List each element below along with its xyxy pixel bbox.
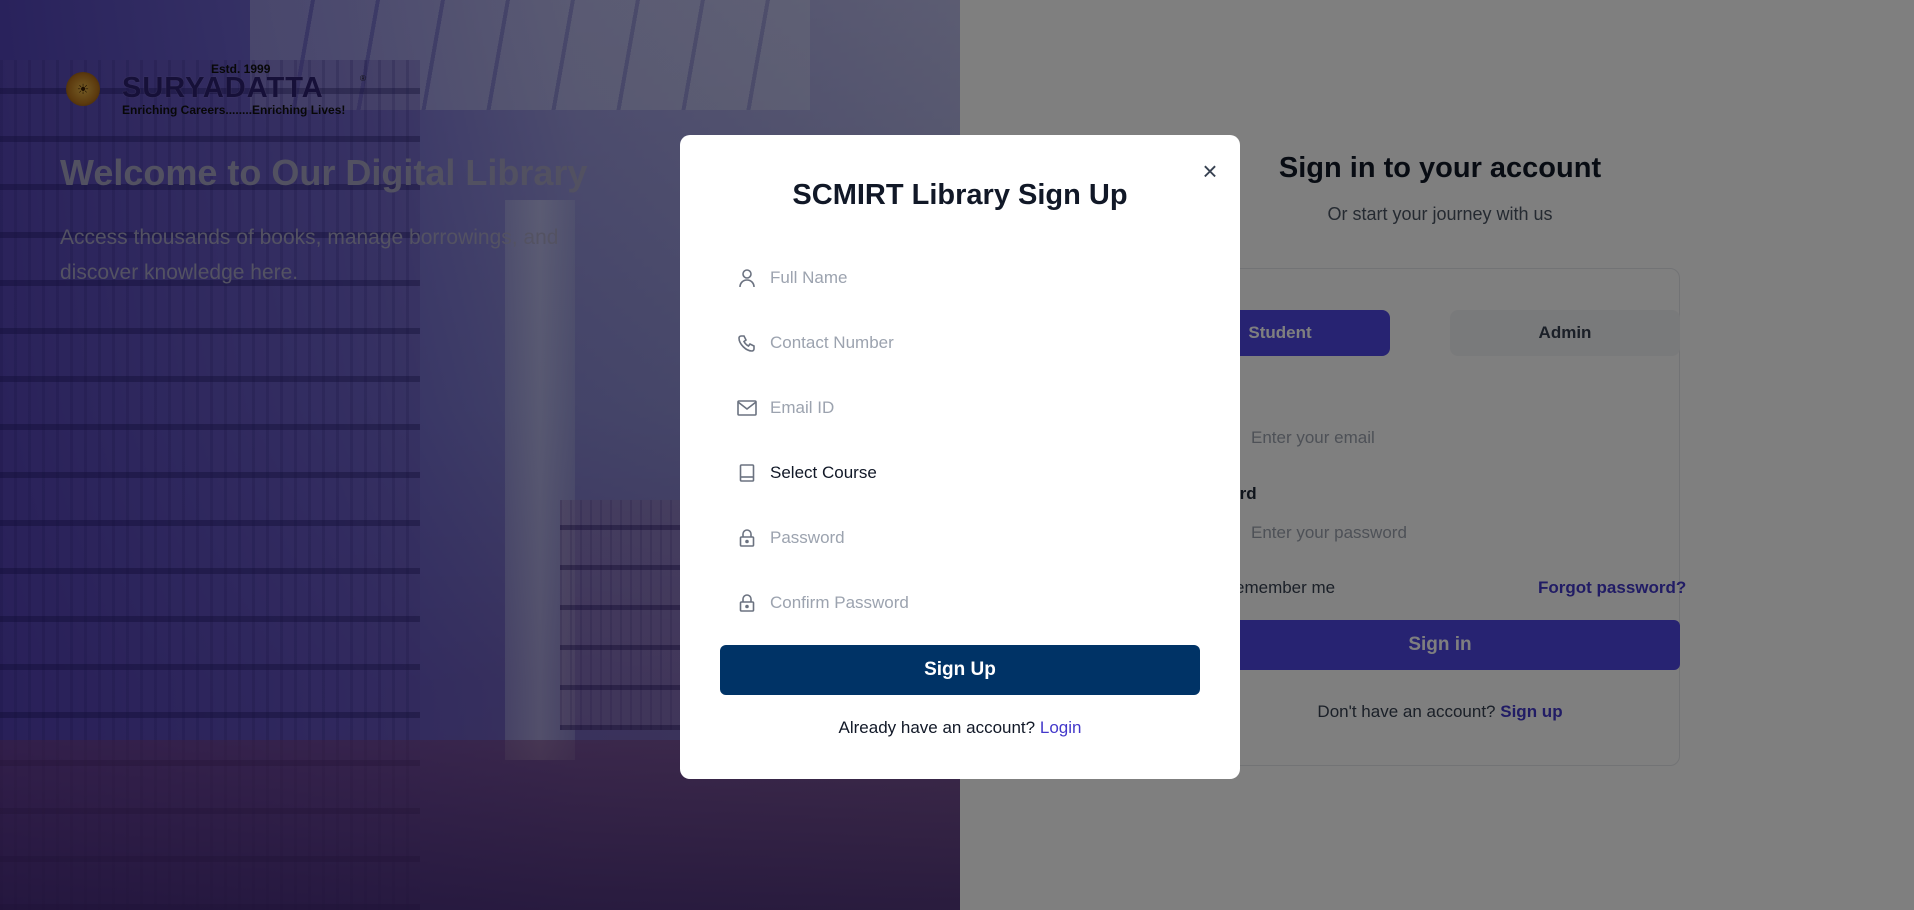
user-icon [736,267,758,289]
select-course-dropdown[interactable]: Select Course [720,451,1200,495]
signup-button[interactable]: Sign Up [720,645,1200,695]
contact-number-field[interactable]: Contact Number [720,321,1200,365]
full-name-field[interactable]: Full Name [720,256,1200,300]
contact-number-placeholder: Contact Number [770,333,894,352]
mail-icon [736,397,758,419]
confirm-password-field[interactable]: Confirm Password [720,581,1200,625]
modal-title: SCMIRT Library Sign Up [792,179,1128,211]
password-field[interactable]: Password [720,516,1200,560]
full-name-placeholder: Full Name [770,268,848,287]
book-icon [736,462,758,484]
login-prompt-text: Already have an account? [838,718,1036,737]
lock-icon [736,592,758,614]
signup-modal: × SCMIRT Library Sign Up Full Name Conta… [680,135,1240,779]
email-id-field[interactable]: Email ID [720,386,1200,430]
lock-icon [736,527,758,549]
confirm-password-placeholder: Confirm Password [770,593,909,612]
password-placeholder: Password [770,528,845,547]
select-course-value: Select Course [770,463,877,482]
login-prompt: Already have an account? Login [680,718,1240,738]
email-id-placeholder: Email ID [770,398,835,417]
login-link[interactable]: Login [1040,718,1082,737]
phone-icon [736,332,758,354]
